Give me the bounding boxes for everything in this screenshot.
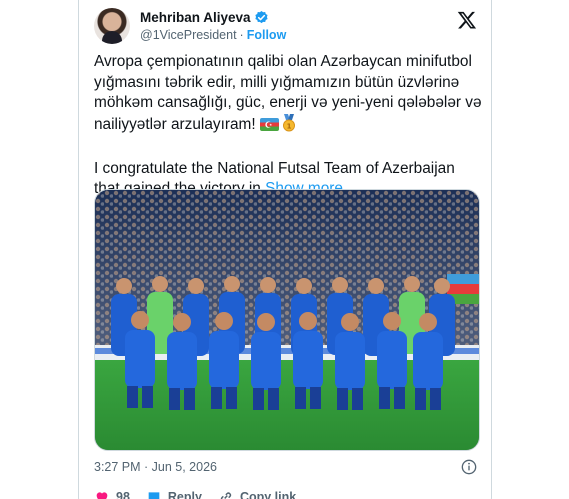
heart-icon: [96, 492, 108, 499]
avatar[interactable]: [94, 8, 130, 44]
like-count: 98: [116, 490, 130, 499]
copy-link-button[interactable]: Copy link: [218, 489, 296, 499]
team-photo-image: [95, 190, 479, 450]
author-name[interactable]: Mehriban Aliyeva: [140, 10, 251, 25]
dot-separator: ·: [239, 28, 244, 42]
verified-badge-icon: [254, 10, 269, 25]
post-text-az: Avropa çempionatının qalibi olan Azərbay…: [94, 52, 482, 138]
follow-button[interactable]: Follow: [247, 28, 287, 42]
svg-text:1: 1: [286, 122, 291, 130]
azerbaijan-flag-icon: [259, 116, 279, 136]
reply-bubble-icon: [148, 492, 160, 499]
handle-row: @1VicePresident · Follow: [140, 28, 286, 42]
post-card: Mehriban Aliyeva @1VicePresident · Follo…: [78, 0, 492, 499]
post-header: Mehriban Aliyeva @1VicePresident · Follo…: [94, 8, 477, 44]
post-text: Avropa çempionatının qalibi olan Azərbay…: [94, 52, 482, 200]
reply-button[interactable]: Reply: [146, 489, 202, 499]
x-logo-icon[interactable]: [457, 10, 477, 30]
author-handle[interactable]: @1VicePresident: [140, 28, 237, 42]
copy-link-label: Copy link: [239, 490, 297, 499]
post-timestamp[interactable]: 3:27 PM · Jun 5, 2026: [94, 460, 217, 474]
team-photo[interactable]: [94, 189, 480, 451]
action-bar: 98 Reply Copy link: [94, 489, 296, 499]
reply-label: Reply: [167, 490, 202, 499]
author-row: Mehriban Aliyeva: [140, 10, 269, 25]
like-button[interactable]: 98: [94, 489, 130, 499]
link-icon: [220, 492, 232, 499]
gold-medal-icon: 1: [281, 113, 297, 139]
info-icon[interactable]: [461, 459, 477, 475]
